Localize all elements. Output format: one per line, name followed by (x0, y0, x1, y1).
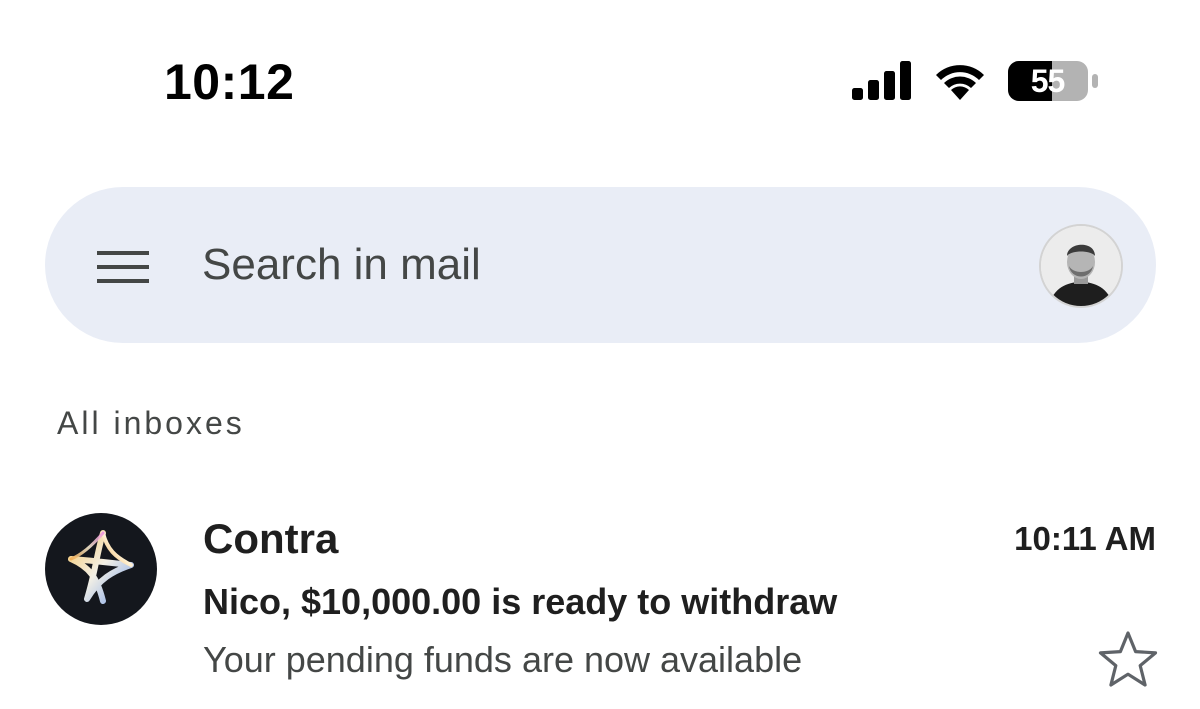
user-avatar-icon (1041, 226, 1121, 306)
menu-icon[interactable] (97, 251, 149, 283)
contra-logo-icon (68, 530, 134, 604)
email-subject: Nico, $10,000.00 is ready to withdraw (203, 581, 838, 622)
sender-avatar[interactable] (45, 513, 157, 625)
wifi-icon (936, 65, 984, 100)
status-time: 10:12 (164, 54, 295, 110)
battery-level: 55 (1030, 63, 1066, 99)
section-label: All inboxes (57, 405, 245, 441)
star-icon[interactable] (1098, 630, 1158, 688)
email-sender: Contra (203, 515, 339, 562)
email-time: 10:11 AM (1014, 520, 1156, 557)
signal-icon (852, 61, 911, 100)
email-snippet: Your pending funds are now available (203, 639, 803, 680)
account-avatar[interactable] (1039, 224, 1123, 308)
search-input[interactable]: Search in mail (202, 240, 481, 290)
